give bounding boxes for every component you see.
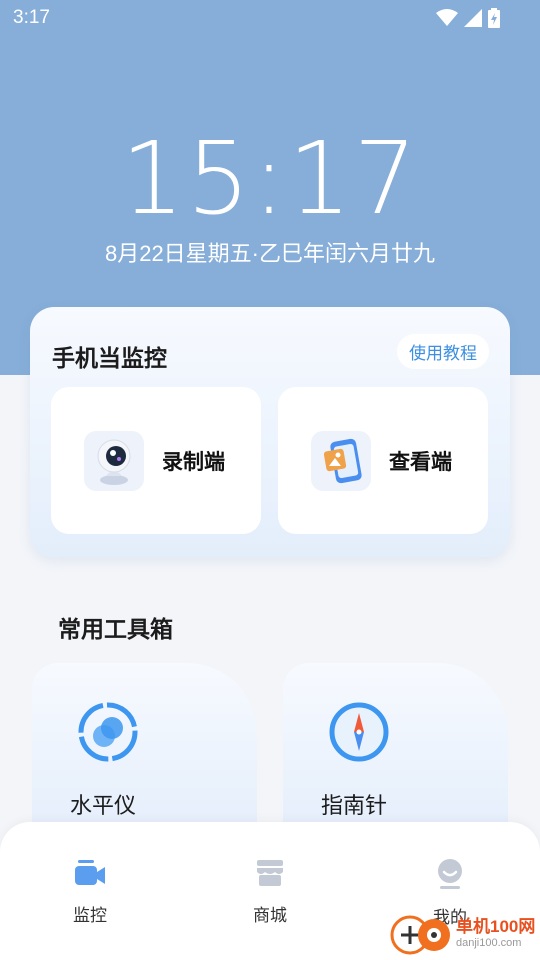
monitor-card-title: 手机当监控 <box>52 345 167 371</box>
store-icon <box>257 860 283 886</box>
recorder-label: 录制端 <box>162 450 225 474</box>
date-line: 8月22日星期五·乙巳年闰六月廿九 <box>104 241 436 266</box>
phone-viewer-icon <box>311 430 371 491</box>
watermark-line2: danji100.com <box>456 937 522 949</box>
status-time: 3:17 <box>13 7 50 28</box>
toolbox-title: 常用工具箱 <box>58 616 173 642</box>
watermark-line1: 单机100网 <box>456 917 536 936</box>
big-clock: 15:17 <box>120 120 420 237</box>
tab-monitor-label: 监控 <box>73 906 107 925</box>
signal-icon <box>464 9 482 27</box>
wifi-icon <box>436 9 458 26</box>
monitor-card: 手机当监控 使用教程 录制端 查看端 <box>30 307 510 557</box>
recorder-option[interactable]: 录制端 <box>51 387 261 534</box>
compass-icon <box>328 701 390 768</box>
battery-icon <box>488 8 500 28</box>
status-bar: 3:17 <box>0 0 540 36</box>
tab-shop-label: 商城 <box>253 906 287 925</box>
tab-monitor[interactable]: 监控 <box>45 858 135 926</box>
tab-shop[interactable]: 商城 <box>225 858 315 926</box>
watermark-logo-icon <box>390 915 450 955</box>
viewer-label: 查看端 <box>389 450 452 474</box>
tool-compass[interactable]: 指南针 <box>283 663 508 838</box>
video-camera-icon <box>75 860 105 885</box>
tool-level-label: 水平仪 <box>70 793 137 818</box>
camera-icon <box>84 430 144 491</box>
profile-icon <box>438 859 462 889</box>
tutorial-button[interactable]: 使用教程 <box>397 334 489 369</box>
tool-level[interactable]: 水平仪 <box>32 663 257 838</box>
viewer-option[interactable]: 查看端 <box>278 387 488 534</box>
tool-compass-label: 指南针 <box>321 793 388 818</box>
status-icons <box>436 8 500 28</box>
level-icon <box>77 701 139 768</box>
watermark: 单机100网 danji100.com <box>390 915 535 955</box>
